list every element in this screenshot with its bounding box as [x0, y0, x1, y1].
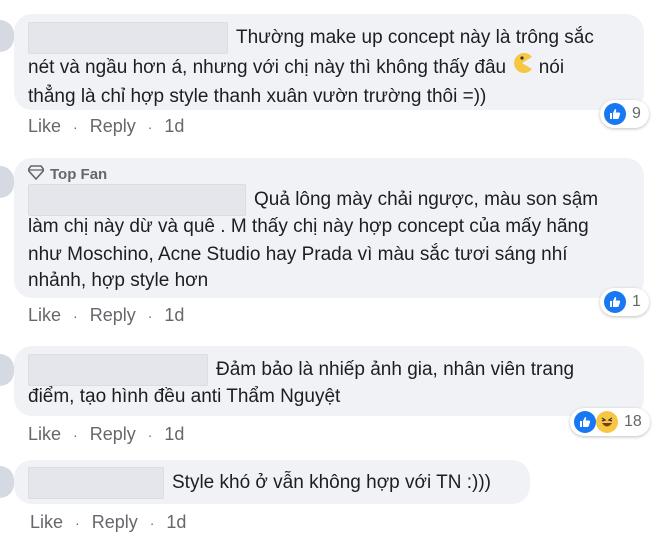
- top-fan-label: Top Fan: [50, 165, 108, 183]
- comment-text: nhảnh, hợp style hơn: [28, 270, 209, 291]
- avatar[interactable]: [0, 166, 14, 198]
- comment-actions: Like · Reply · 1d: [28, 424, 185, 445]
- comment-text: Style khó ở vẫn không hợp với TN :))): [28, 467, 528, 499]
- comment-time[interactable]: 1d: [164, 305, 184, 326]
- diamond-icon: [26, 164, 46, 184]
- reaction-count: 9: [632, 105, 641, 122]
- redacted-username[interactable]: [28, 22, 228, 54]
- comment-actions: Like · Reply · 1d: [30, 512, 187, 533]
- comment-time[interactable]: 1d: [164, 424, 184, 445]
- redacted-username[interactable]: [28, 467, 164, 499]
- reply-link[interactable]: Reply: [90, 116, 136, 137]
- comment-text: điểm, tạo hình đều anti Thẩm Nguyệt: [28, 386, 341, 407]
- comment-text: nét và ngầu hơn á, nhưng với chị này thì…: [28, 52, 564, 84]
- comment-actions: Like · Reply · 1d: [28, 116, 185, 137]
- like-link[interactable]: Like: [28, 305, 61, 326]
- avatar[interactable]: [0, 466, 14, 498]
- like-link[interactable]: Like: [30, 512, 63, 533]
- like-link[interactable]: Like: [28, 116, 61, 137]
- avatar[interactable]: [0, 20, 14, 52]
- comment-text: Thường make up concept này là trông sắc: [28, 22, 628, 54]
- reply-link[interactable]: Reply: [92, 512, 138, 533]
- like-icon: [574, 411, 596, 433]
- reaction-summary[interactable]: 9: [600, 100, 649, 128]
- reaction-summary[interactable]: 18: [570, 408, 650, 436]
- avatar[interactable]: [0, 354, 14, 386]
- like-icon: [604, 291, 626, 313]
- comment-time[interactable]: 1d: [164, 116, 184, 137]
- comment-text: thẳng là chỉ hợp style thanh xuân vườn t…: [28, 86, 487, 107]
- reply-link[interactable]: Reply: [90, 305, 136, 326]
- reaction-count: 18: [624, 413, 642, 430]
- reply-link[interactable]: Reply: [90, 424, 136, 445]
- comment-text: làm chị này dừ và quê . M thấy chị này h…: [28, 216, 589, 237]
- comment-time[interactable]: 1d: [166, 512, 186, 533]
- like-icon: [604, 103, 626, 125]
- reaction-count: 1: [632, 293, 641, 310]
- pacman-emoji-icon: [511, 52, 533, 84]
- comment-actions: Like · Reply · 1d: [28, 305, 185, 326]
- like-link[interactable]: Like: [28, 424, 61, 445]
- reaction-summary[interactable]: 1: [600, 288, 649, 316]
- top-fan-badge: Top Fan: [26, 164, 108, 184]
- haha-icon: [596, 411, 618, 433]
